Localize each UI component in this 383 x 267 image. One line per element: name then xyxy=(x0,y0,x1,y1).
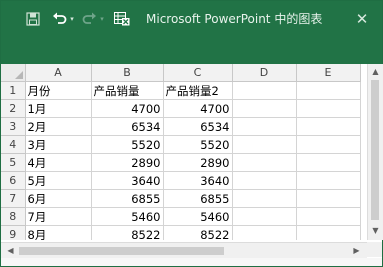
save-icon[interactable] xyxy=(25,10,41,28)
cell[interactable] xyxy=(232,153,297,172)
column-header-d[interactable]: D xyxy=(232,64,297,82)
scrollbar-corner xyxy=(367,242,382,257)
row-header[interactable]: 8 xyxy=(1,207,26,226)
row-header[interactable]: 7 xyxy=(1,189,26,208)
cell[interactable]: 2890 xyxy=(163,153,233,172)
cell[interactable]: 8月 xyxy=(25,225,92,240)
column-header-e[interactable]: E xyxy=(296,64,361,82)
cell[interactable]: 5460 xyxy=(163,207,233,226)
cell[interactable]: 5520 xyxy=(91,135,164,154)
close-button[interactable]: ✕ xyxy=(351,8,373,30)
cell[interactable] xyxy=(296,81,361,100)
row-header[interactable]: 4 xyxy=(1,135,26,154)
table-row: 4 3月 5520 5520 xyxy=(1,135,361,154)
cell[interactable] xyxy=(232,135,297,154)
table-row: 5 4月 2890 2890 xyxy=(1,153,361,172)
spreadsheet-grid: A B C D E 1 月份 产品销量 产品销量2 2 1月 4700 4700… xyxy=(1,64,367,240)
table-row: 6 5月 3640 3640 xyxy=(1,171,361,190)
horizontal-scroll-thumb[interactable] xyxy=(19,247,224,255)
vertical-scrollbar[interactable]: ▲ ▼ xyxy=(367,64,383,240)
table-row: 3 2月 6534 6534 xyxy=(1,117,361,136)
horizontal-scrollbar[interactable]: ◀ ▶ xyxy=(1,242,367,258)
undo-dropdown-icon[interactable]: ▾ xyxy=(68,10,76,28)
row-header[interactable]: 5 xyxy=(1,153,26,172)
cell[interactable] xyxy=(232,81,297,100)
cell[interactable]: 产品销量2 xyxy=(163,81,233,100)
cell[interactable]: 4月 xyxy=(25,153,92,172)
cell[interactable] xyxy=(232,207,297,226)
cell[interactable]: 5460 xyxy=(91,207,164,226)
cell[interactable]: 5520 xyxy=(163,135,233,154)
row-header[interactable]: 3 xyxy=(1,117,26,136)
table-row: 1 月份 产品销量 产品销量2 xyxy=(1,81,361,100)
cell[interactable]: 4700 xyxy=(91,99,164,118)
cell[interactable]: 8522 xyxy=(91,225,164,240)
cell[interactable]: 产品销量 xyxy=(91,81,164,100)
cell[interactable] xyxy=(296,207,361,226)
redo-icon[interactable] xyxy=(81,10,97,28)
column-header-row: A B C D E xyxy=(1,64,361,82)
cell[interactable]: 月份 xyxy=(25,81,92,100)
chart-data-window: ▾ ▾ Microsoft PowerPoint 中的图表 ✕ A B C D … xyxy=(0,0,383,267)
table-row: 2 1月 4700 4700 xyxy=(1,99,361,118)
row-header[interactable]: 2 xyxy=(1,99,26,118)
table-row: 9 8月 8522 8522 xyxy=(1,225,361,240)
cell[interactable]: 6月 xyxy=(25,189,92,208)
window-title: Microsoft PowerPoint 中的图表 xyxy=(146,12,323,26)
cell[interactable] xyxy=(296,225,361,240)
undo-icon[interactable] xyxy=(51,10,67,28)
cell[interactable] xyxy=(232,171,297,190)
cell[interactable]: 7月 xyxy=(25,207,92,226)
cell[interactable] xyxy=(296,189,361,208)
cell[interactable]: 4700 xyxy=(163,99,233,118)
edit-data-in-excel-icon[interactable] xyxy=(113,10,131,28)
cell[interactable]: 3640 xyxy=(91,171,164,190)
scroll-left-button[interactable]: ◀ xyxy=(3,244,18,258)
row-header[interactable]: 9 xyxy=(1,225,26,240)
cell[interactable]: 2月 xyxy=(25,117,92,136)
cell[interactable]: 6534 xyxy=(91,117,164,136)
cell[interactable] xyxy=(232,117,297,136)
cell[interactable]: 8522 xyxy=(163,225,233,240)
cell[interactable] xyxy=(232,189,297,208)
cell[interactable]: 3月 xyxy=(25,135,92,154)
column-header-a[interactable]: A xyxy=(25,64,92,82)
cell[interactable] xyxy=(296,135,361,154)
column-header-b[interactable]: B xyxy=(91,64,164,82)
cell[interactable]: 5月 xyxy=(25,171,92,190)
scroll-down-button[interactable]: ▼ xyxy=(368,224,383,238)
cell[interactable] xyxy=(296,171,361,190)
cell[interactable] xyxy=(232,99,297,118)
cell[interactable] xyxy=(296,99,361,118)
window-bottom-edge xyxy=(1,258,382,266)
table-row: 8 7月 5460 5460 xyxy=(1,207,361,226)
cell[interactable] xyxy=(232,225,297,240)
cell[interactable] xyxy=(296,117,361,136)
cell[interactable] xyxy=(296,153,361,172)
cell[interactable]: 6855 xyxy=(163,189,233,208)
cell[interactable]: 3640 xyxy=(163,171,233,190)
vertical-scroll-thumb[interactable] xyxy=(371,80,379,220)
cell[interactable]: 6855 xyxy=(91,189,164,208)
cell[interactable]: 1月 xyxy=(25,99,92,118)
scroll-up-button[interactable]: ▲ xyxy=(368,65,383,79)
row-header[interactable]: 1 xyxy=(1,81,26,100)
table-row: 7 6月 6855 6855 xyxy=(1,189,361,208)
select-all-corner[interactable] xyxy=(1,64,26,82)
redo-dropdown-icon[interactable]: ▾ xyxy=(98,10,106,28)
scroll-right-button[interactable]: ▶ xyxy=(349,244,364,258)
row-header[interactable]: 6 xyxy=(1,171,26,190)
cell[interactable]: 2890 xyxy=(91,153,164,172)
cell[interactable]: 6534 xyxy=(163,117,233,136)
title-bar: ▾ ▾ Microsoft PowerPoint 中的图表 ✕ xyxy=(1,1,382,64)
column-header-c[interactable]: C xyxy=(163,64,233,82)
